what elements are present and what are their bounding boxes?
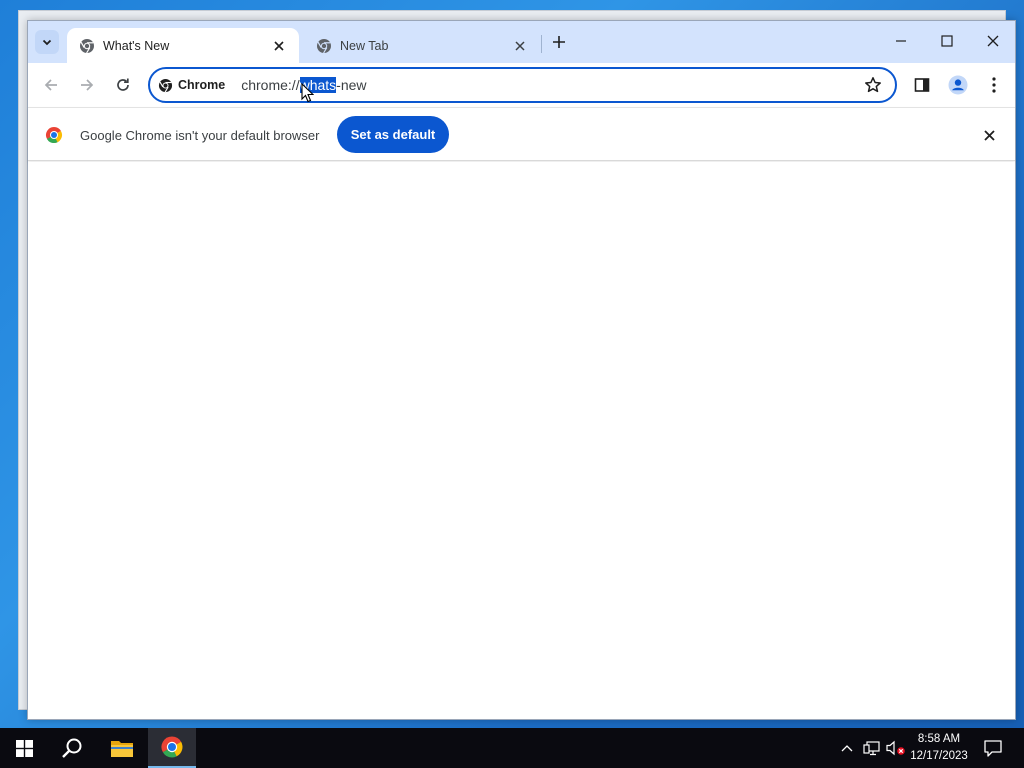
infobar-close-button[interactable] [980, 126, 998, 144]
profile-icon [948, 75, 968, 95]
taskbar-search-button[interactable] [48, 728, 96, 768]
close-icon [983, 129, 995, 141]
chip-label: Chrome [178, 78, 226, 92]
toolbar: Chrome chrome://whats-new [28, 63, 1015, 107]
plus-icon [553, 36, 565, 48]
close-icon [987, 35, 999, 47]
folder-icon [111, 741, 133, 757]
back-arrow-icon [44, 79, 57, 91]
clock-date: 12/17/2023 [910, 750, 968, 762]
forward-button[interactable] [73, 71, 101, 99]
reload-button[interactable] [109, 71, 137, 99]
taskbar: 8:58 AM 12/17/2023 [0, 728, 1024, 768]
forward-arrow-icon [81, 79, 94, 91]
maximize-icon [941, 35, 953, 47]
close-tab-button[interactable] [271, 38, 287, 54]
close-tab-button[interactable] [512, 38, 528, 54]
new-tab-button[interactable] [548, 31, 570, 53]
tab-strip: What's New New Tab [28, 21, 1015, 63]
star-icon [865, 77, 881, 93]
tab-new-tab[interactable]: New Tab [304, 28, 540, 63]
url-suffix: -new [336, 77, 367, 93]
network-button[interactable] [860, 728, 882, 768]
chevron-up-icon [841, 745, 853, 752]
close-window-button[interactable] [970, 27, 1016, 55]
chevron-down-icon [42, 39, 52, 46]
page-content [28, 162, 1015, 719]
menu-button[interactable] [980, 71, 1008, 99]
profile-button[interactable] [944, 71, 972, 99]
notification-icon [984, 739, 1002, 757]
close-icon [515, 40, 525, 51]
infobar-message: Google Chrome isn't your default browser [80, 128, 320, 143]
tab-title: What's New [103, 38, 170, 53]
maximize-button[interactable] [924, 27, 970, 55]
volume-button[interactable] [884, 728, 908, 768]
url-prefix: chrome:// [241, 77, 300, 93]
side-panel-button[interactable] [908, 71, 936, 99]
side-panel-icon [914, 78, 930, 92]
action-center-button[interactable] [978, 728, 1008, 768]
chrome-favicon [317, 38, 331, 53]
start-button[interactable] [0, 728, 48, 768]
tab-separator [541, 35, 542, 53]
close-icon [274, 40, 284, 51]
minimize-button[interactable] [878, 27, 924, 55]
chrome-logo-icon [161, 736, 183, 758]
minimize-icon [896, 40, 906, 42]
bookmark-star-button[interactable] [863, 75, 883, 95]
chrome-color-logo-icon [45, 127, 63, 144]
chrome-logo-icon [158, 78, 173, 92]
windows-start-icon [15, 739, 33, 757]
clock-time: 8:58 AM [917, 733, 961, 745]
address-bar[interactable]: Chrome chrome://whats-new [148, 67, 897, 103]
mouse-cursor-icon [301, 83, 314, 103]
kebab-menu-icon [992, 77, 996, 93]
chrome-taskbar-button[interactable] [148, 728, 196, 768]
default-browser-infobar: Google Chrome isn't your default browser… [28, 107, 1015, 161]
volume-muted-icon [886, 740, 905, 756]
tab-title: New Tab [340, 38, 389, 53]
chrome-window: What's New New Tab Chrome chrome://whats… [27, 20, 1016, 720]
set-as-default-button[interactable]: Set as default [337, 116, 449, 153]
tab-search-button[interactable] [35, 30, 59, 54]
search-icon [62, 738, 82, 758]
network-icon [862, 740, 880, 755]
tab-whats-new[interactable]: What's New [67, 28, 299, 63]
back-button[interactable] [37, 71, 65, 99]
chrome-favicon [80, 38, 94, 53]
file-explorer-button[interactable] [98, 728, 146, 768]
site-info-chip[interactable]: Chrome [158, 78, 225, 93]
taskbar-clock[interactable]: 8:58 AM 12/17/2023 [906, 731, 972, 765]
show-hidden-icons-button[interactable] [836, 728, 858, 768]
reload-icon [117, 78, 129, 91]
